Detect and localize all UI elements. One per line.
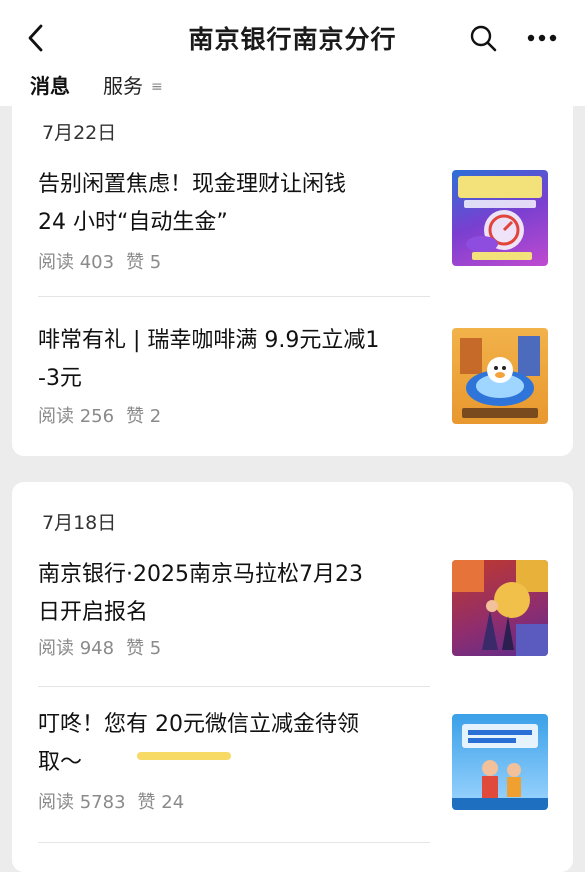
article-item[interactable]: 啡常有礼 | 瑞幸咖啡满 9.9元立减1 -3元 阅读 256 赞 2 — [12, 314, 573, 444]
article-title: 啡常有礼 | 瑞幸咖啡满 9.9元立减1 -3元 — [38, 328, 380, 391]
read-count: 阅读 5783 — [38, 792, 126, 813]
more-button[interactable] — [522, 20, 562, 56]
search-icon — [470, 25, 497, 52]
search-button[interactable] — [466, 20, 500, 56]
read-count: 阅读 256 — [38, 406, 115, 427]
article-title: 南京银行·2025南京马拉松7月23 日开启报名 — [38, 562, 363, 625]
like-count: 赞 2 — [126, 406, 162, 427]
read-count: 阅读 403 — [38, 252, 115, 273]
article-item[interactable]: 南京银行·2025南京马拉松7月23 日开启报名 阅读 948 赞 5 — [12, 554, 573, 684]
divider — [38, 296, 430, 297]
message-card: 7月22日 告别闲置焦虑！现金理财让闲钱 24 小时“自动生金” 阅读 403 赞… — [12, 96, 573, 456]
more-horizontal-icon — [527, 34, 557, 42]
message-card: 7月18日 南京银行·2025南京马拉松7月23 日开启报名 阅读 948 赞 5… — [12, 482, 573, 872]
article-title: 叮咚！您有 20元微信立减金待领 取～ — [38, 712, 359, 775]
article-thumbnail — [452, 328, 548, 424]
article-thumbnail — [452, 560, 548, 656]
divider — [38, 686, 430, 687]
divider — [38, 842, 430, 843]
article-item[interactable]: 叮咚！您有 20元微信立减金待领 取～ 阅读 5783 赞 24 — [12, 704, 573, 834]
like-count: 赞 5 — [126, 252, 162, 273]
article-meta: 阅读 403 赞 5 — [38, 248, 173, 274]
tab-messages-label: 消息 — [30, 74, 70, 98]
like-count: 赞 24 — [137, 792, 185, 813]
date-label: 7月22日 — [42, 122, 117, 144]
read-count: 阅读 948 — [38, 638, 115, 659]
menu-icon: ≡ — [151, 79, 163, 95]
article-meta: 阅读 256 赞 2 — [38, 402, 173, 428]
like-count: 赞 5 — [126, 638, 162, 659]
article-meta: 阅读 948 赞 5 — [38, 634, 173, 660]
article-meta: 阅读 5783 赞 24 — [38, 788, 196, 814]
article-thumbnail — [452, 170, 548, 266]
article-item[interactable]: 告别闲置焦虑！现金理财让闲钱 24 小时“自动生金” 阅读 403 赞 5 — [12, 162, 573, 292]
date-label: 7月18日 — [42, 512, 117, 534]
article-thumbnail — [452, 714, 548, 810]
tab-services-label: 服务 — [103, 74, 143, 98]
article-title: 告别闲置焦虑！现金理财让闲钱 24 小时“自动生金” — [38, 172, 347, 235]
